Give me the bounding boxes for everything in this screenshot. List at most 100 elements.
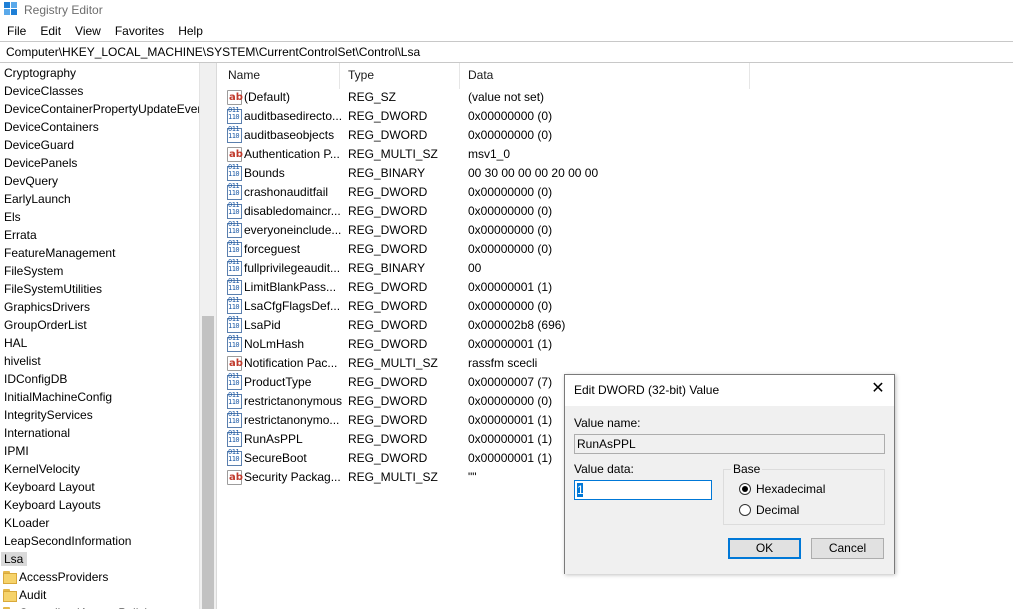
tree-item[interactable]: IntegrityServices <box>0 406 199 424</box>
tree-item[interactable]: IPMI <box>0 442 199 460</box>
value-row[interactable]: 011 110 everyoneinclude... REG_DWORD 0x00000… <box>220 221 751 240</box>
tree-item[interactable]: LeapSecondInformation <box>0 532 199 550</box>
column-header-data[interactable]: Data <box>460 63 750 89</box>
value-row[interactable]: 011 110 LsaCfgFlagsDef... REG_DWORD 0x000000… <box>220 297 751 316</box>
value-name-cell: restrictanonymo... <box>244 413 340 427</box>
value-name-cell: everyoneinclude... <box>244 223 342 237</box>
tree-item[interactable]: GraphicsDrivers <box>0 298 199 316</box>
tree-item[interactable]: KernelVelocity <box>0 460 199 478</box>
tree-item[interactable]: Els <box>0 208 199 226</box>
column-header-type[interactable]: Type <box>340 63 460 89</box>
tree-item[interactable]: DevQuery <box>0 172 199 190</box>
tree-item[interactable]: KLoader <box>0 514 199 532</box>
edit-dword-dialog: Edit DWORD (32-bit) Value ✕ Value name: … <box>564 374 895 574</box>
tree-item-label: FileSystemUtilities <box>4 282 103 296</box>
value-name-cell: (Default) <box>244 90 291 104</box>
tree-item[interactable]: FileSystemUtilities <box>0 280 199 298</box>
value-row[interactable]: ab Authentication P... REG_MULTI_SZ msv1_0 <box>220 145 751 164</box>
value-name-label: Value name: <box>574 416 641 430</box>
title-bar: Registry Editor <box>0 0 1013 20</box>
value-row[interactable]: ab (Default) REG_SZ (value not set) <box>220 88 751 107</box>
tree-item-label: Keyboard Layout <box>4 480 95 494</box>
tree-item[interactable]: DeviceContainers <box>0 118 199 136</box>
tree-item[interactable]: IDConfigDB <box>0 370 199 388</box>
string-value-icon: ab <box>227 90 243 105</box>
tree-item[interactable]: Keyboard Layout <box>0 478 199 496</box>
key-tree: Cryptography DeviceClasses DeviceContainer… <box>0 63 199 609</box>
tree-item[interactable]: FeatureManagement <box>0 244 199 262</box>
value-name-cell: Security Packag... <box>244 470 341 484</box>
tree-item[interactable]: Keyboard Layouts <box>0 496 199 514</box>
tree-item-selected[interactable]: Lsa <box>0 550 199 568</box>
value-name-cell: LsaPid <box>244 318 281 332</box>
value-data-cell: 0x00000007 (7) <box>468 375 553 389</box>
value-name-cell: forceguest <box>244 242 301 256</box>
value-type-cell: REG_DWORD <box>348 280 428 294</box>
tree-scrollbar-thumb[interactable] <box>202 316 214 609</box>
value-type-cell: REG_DWORD <box>348 223 428 237</box>
column-header-name[interactable]: Name <box>220 63 340 89</box>
tree-item-label: Keyboard Layouts <box>4 498 101 512</box>
value-row[interactable]: 011 110 auditbasedirecto... REG_DWORD 0x0000… <box>220 107 751 126</box>
tree-item-label: HAL <box>4 336 28 350</box>
tree-item[interactable]: DeviceGuard <box>0 136 199 154</box>
tree-item-label: Cryptography <box>4 66 77 80</box>
tree-item[interactable]: FileSystem <box>0 262 199 280</box>
value-row[interactable]: 011 110 crashonauditfail REG_DWORD 0x0000000… <box>220 183 751 202</box>
binary-value-icon: 011 110 <box>227 202 242 219</box>
menu-help[interactable]: Help <box>171 21 210 41</box>
value-data-cell: 0x00000001 (1) <box>468 451 553 465</box>
address-bar[interactable]: Computer\HKEY_LOCAL_MACHINE\SYSTEM\Curre… <box>0 41 1013 63</box>
value-row[interactable]: 011 110 NoLmHash REG_DWORD 0x00000001 (1) <box>220 335 751 354</box>
value-row[interactable]: 011 110 LimitBlankPass... REG_DWORD 0x000000… <box>220 278 751 297</box>
tree-item-label: hivelist <box>4 354 41 368</box>
value-type-cell: REG_DWORD <box>348 318 428 332</box>
value-type-cell: REG_DWORD <box>348 337 428 351</box>
value-row[interactable]: ab Notification Pac... REG_MULTI_SZ rassfm … <box>220 354 751 373</box>
cancel-button[interactable]: Cancel <box>811 538 884 559</box>
tree-item[interactable]: DeviceClasses <box>0 82 199 100</box>
tree-scrollbar[interactable] <box>199 63 216 609</box>
tree-item[interactable]: Errata <box>0 226 199 244</box>
tree-item[interactable]: DevicePanels <box>0 154 199 172</box>
value-row[interactable]: 011 110 disabledomaincr... REG_DWORD 0x00000… <box>220 202 751 221</box>
tree-item[interactable]: EarlyLaunch <box>0 190 199 208</box>
value-name-cell: SecureBoot <box>244 451 307 465</box>
value-data-input[interactable]: 1 <box>574 480 712 500</box>
value-type-cell: REG_DWORD <box>348 394 428 408</box>
value-row[interactable]: 011 110 auditbaseobjects REG_DWORD 0x0000000… <box>220 126 751 145</box>
close-icon[interactable]: ✕ <box>868 380 888 398</box>
value-data-cell: 0x000002b8 (696) <box>468 318 566 332</box>
tree-item[interactable]: HAL <box>0 334 199 352</box>
value-type-cell: REG_DWORD <box>348 299 428 313</box>
value-data-cell: 0x00000001 (1) <box>468 432 553 446</box>
tree-item-label: DevicePanels <box>4 156 78 170</box>
value-name-cell: LimitBlankPass... <box>244 280 337 294</box>
value-row[interactable]: 011 110 Bounds REG_BINARY 00 30 00 00 00 20 … <box>220 164 751 183</box>
value-data-cell: 0x00000001 (1) <box>468 413 553 427</box>
menu-edit[interactable]: Edit <box>33 21 68 41</box>
tree-item[interactable]: hivelist <box>0 352 199 370</box>
tree-item-label: DeviceContainerPropertyUpdateEvents <box>4 102 199 116</box>
value-type-cell: REG_DWORD <box>348 432 428 446</box>
tree-item[interactable]: GroupOrderList <box>0 316 199 334</box>
value-row[interactable]: 011 110 fullprivilegeaudit... REG_BINARY 00 <box>220 259 751 278</box>
value-type-cell: REG_DWORD <box>348 242 428 256</box>
tree-item[interactable]: Cryptography <box>0 64 199 82</box>
menu-favorites[interactable]: Favorites <box>108 21 171 41</box>
value-data-cell: 0x00000000 (0) <box>468 242 553 256</box>
value-data-cell: (value not set) <box>468 90 545 104</box>
value-data-cell: 0x00000000 (0) <box>468 223 553 237</box>
tree-item[interactable]: InitialMachineConfig <box>0 388 199 406</box>
tree-item[interactable]: International <box>0 424 199 442</box>
radio-unselected-icon <box>739 504 751 516</box>
ok-button[interactable]: OK <box>728 538 801 559</box>
value-row[interactable]: 011 110 forceguest REG_DWORD 0x00000000 (0) <box>220 240 751 259</box>
binary-value-icon: 011 110 <box>227 107 242 124</box>
value-row[interactable]: 011 110 LsaPid REG_DWORD 0x000002b8 (696) <box>220 316 751 335</box>
value-name-cell: auditbasedirecto... <box>244 109 342 123</box>
menu-view[interactable]: View <box>68 21 108 41</box>
tree-item-label: GroupOrderList <box>4 318 87 332</box>
menu-file[interactable]: File <box>0 21 33 41</box>
tree-item[interactable]: DeviceContainerPropertyUpdateEvents <box>0 100 199 118</box>
